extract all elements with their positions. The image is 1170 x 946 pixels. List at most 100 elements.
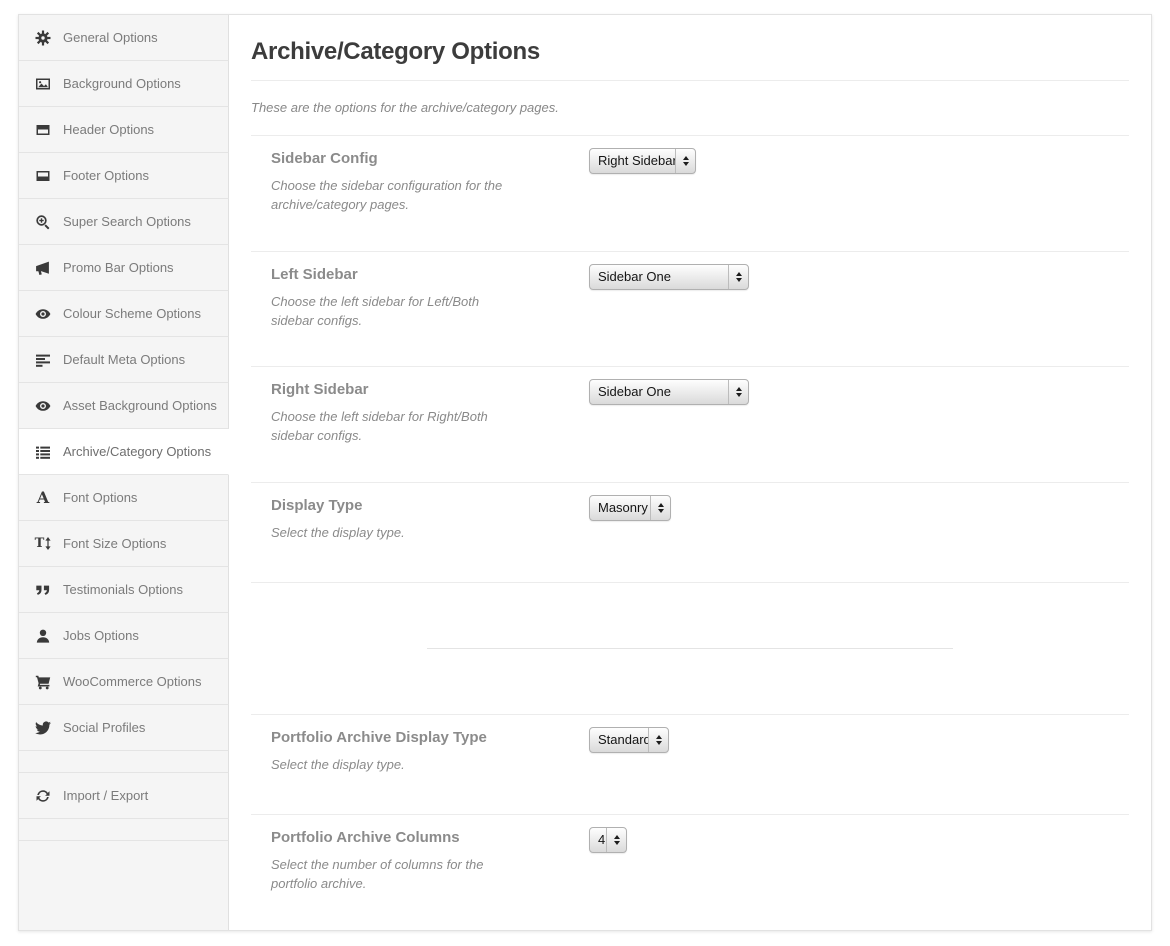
option-description: Select the display type. — [271, 524, 523, 543]
option-description: Choose the left sidebar for Right/Both s… — [271, 408, 523, 446]
option-heading: Sidebar Config — [271, 150, 1129, 167]
select-stepper-arrows — [648, 728, 668, 752]
sidebar-item-super-search-options[interactable]: Super Search Options — [19, 199, 229, 245]
sidebar-item-label: Promo Bar Options — [63, 260, 174, 275]
sidebar-item-import-export[interactable]: Import / Export — [19, 773, 229, 819]
select-value: Masonry — [590, 496, 650, 520]
up-arrow-icon — [656, 735, 662, 739]
sidebar-config-select[interactable]: Right Sidebar — [589, 148, 696, 174]
eye-icon — [33, 398, 53, 414]
select-stepper-arrows — [728, 380, 748, 404]
cart-icon — [33, 674, 53, 690]
align-lines-icon — [33, 352, 53, 368]
page-intro: These are the options for the archive/ca… — [251, 100, 1129, 115]
sidebar-item-label: General Options — [63, 30, 158, 45]
option-row-right-sidebar: Right Sidebar Choose the left sidebar fo… — [251, 367, 1129, 483]
letter-a-icon: A — [33, 490, 53, 506]
option-row-portfolio-archive-display-type: Portfolio Archive Display Type Select th… — [251, 715, 1129, 815]
left-sidebar-select[interactable]: Sidebar One — [589, 264, 749, 290]
sidebar-item-promo-bar-options[interactable]: Promo Bar Options — [19, 245, 229, 291]
sidebar-item-colour-scheme-options[interactable]: Colour Scheme Options — [19, 291, 229, 337]
option-description: Select the display type. — [271, 756, 523, 775]
gear-icon — [33, 30, 53, 46]
quote-icon — [33, 582, 53, 598]
down-arrow-icon — [736, 278, 742, 282]
sidebar-item-label: Font Size Options — [63, 536, 166, 551]
sidebar-item-label: Asset Background Options — [63, 398, 217, 413]
option-description: Choose the sidebar configuration for the… — [271, 177, 523, 215]
up-arrow-icon — [736, 387, 742, 391]
select-stepper-arrows — [675, 149, 695, 173]
display-type-select[interactable]: Masonry — [589, 495, 671, 521]
select-value: Standard — [590, 728, 648, 752]
sidebar-item-label: Import / Export — [63, 788, 148, 803]
sidebar-spacer — [19, 819, 229, 841]
option-description: Select the number of columns for the por… — [271, 856, 523, 894]
option-heading: Portfolio Archive Display Type — [271, 729, 1129, 746]
sidebar-item-label: Social Profiles — [63, 720, 145, 735]
down-arrow-icon — [614, 841, 620, 845]
option-row-display-type: Display Type Select the display type. Ma… — [251, 483, 1129, 583]
sidebar-item-label: Jobs Options — [63, 628, 139, 643]
sidebar-item-default-meta-options[interactable]: Default Meta Options — [19, 337, 229, 383]
page-title: Archive/Category Options — [251, 38, 1129, 66]
sidebar-item-background-options[interactable]: Background Options — [19, 61, 229, 107]
sidebar-item-font-size-options[interactable]: T Font Size Options — [19, 521, 229, 567]
sidebar-item-label: WooCommerce Options — [63, 674, 201, 689]
sidebar-item-label: Colour Scheme Options — [63, 306, 201, 321]
eye-icon — [33, 306, 53, 322]
select-value: Sidebar One — [590, 265, 728, 289]
option-heading: Display Type — [271, 497, 1129, 514]
sidebar-item-testimonials-options[interactable]: Testimonials Options — [19, 567, 229, 613]
up-arrow-icon — [683, 156, 689, 160]
option-row-sidebar-config: Sidebar Config Choose the sidebar config… — [251, 136, 1129, 252]
sidebar-item-label: Archive/Category Options — [63, 444, 211, 459]
sidebar-item-asset-background-options[interactable]: Asset Background Options — [19, 383, 229, 429]
down-arrow-icon — [736, 393, 742, 397]
twitter-icon — [33, 720, 53, 736]
refresh-icon — [33, 788, 53, 804]
select-stepper-arrows — [728, 265, 748, 289]
options-content: Archive/Category Options These are the o… — [229, 15, 1151, 930]
footer-icon — [33, 168, 53, 184]
option-row-left-sidebar: Left Sidebar Choose the left sidebar for… — [251, 252, 1129, 368]
select-stepper-arrows — [650, 496, 670, 520]
select-value: Right Sidebar — [590, 149, 675, 173]
select-stepper-arrows — [606, 828, 626, 852]
text-height-icon: T — [33, 537, 53, 550]
sidebar-item-social-profiles[interactable]: Social Profiles — [19, 705, 229, 751]
megaphone-icon — [33, 260, 53, 276]
sidebar-item-header-options[interactable]: Header Options — [19, 107, 229, 153]
image-icon — [33, 76, 53, 92]
divider-row — [251, 583, 1129, 715]
sidebar-item-label: Header Options — [63, 122, 154, 137]
sidebar-item-footer-options[interactable]: Footer Options — [19, 153, 229, 199]
options-sidebar: General Options Background Options Heade… — [19, 15, 229, 930]
up-arrow-icon — [614, 835, 620, 839]
sidebar-item-jobs-options[interactable]: Jobs Options — [19, 613, 229, 659]
user-icon — [33, 628, 53, 644]
up-arrow-icon — [658, 503, 664, 507]
sidebar-item-font-options[interactable]: A Font Options — [19, 475, 229, 521]
right-sidebar-select[interactable]: Sidebar One — [589, 379, 749, 405]
theme-options-panel: General Options Background Options Heade… — [18, 14, 1152, 931]
sidebar-item-archive-category-options[interactable]: Archive/Category Options — [19, 429, 229, 475]
header-icon — [33, 122, 53, 138]
sidebar-item-label: Default Meta Options — [63, 352, 185, 367]
portfolio-archive-columns-select[interactable]: 4 — [589, 827, 627, 853]
sidebar-item-label: Super Search Options — [63, 214, 191, 229]
select-value: 4 — [590, 828, 606, 852]
down-arrow-icon — [656, 741, 662, 745]
sidebar-item-general-options[interactable]: General Options — [19, 15, 229, 61]
down-arrow-icon — [683, 162, 689, 166]
portfolio-archive-display-type-select[interactable]: Standard — [589, 727, 669, 753]
sidebar-filler — [19, 841, 229, 930]
option-description: Choose the left sidebar for Left/Both si… — [271, 293, 523, 331]
inline-divider — [427, 648, 954, 649]
list-icon — [33, 444, 53, 460]
up-arrow-icon — [736, 272, 742, 276]
sidebar-item-label: Background Options — [63, 76, 181, 91]
sidebar-spacer — [19, 751, 229, 773]
option-row-portfolio-archive-columns: Portfolio Archive Columns Select the num… — [251, 815, 1129, 930]
sidebar-item-woocommerce-options[interactable]: WooCommerce Options — [19, 659, 229, 705]
